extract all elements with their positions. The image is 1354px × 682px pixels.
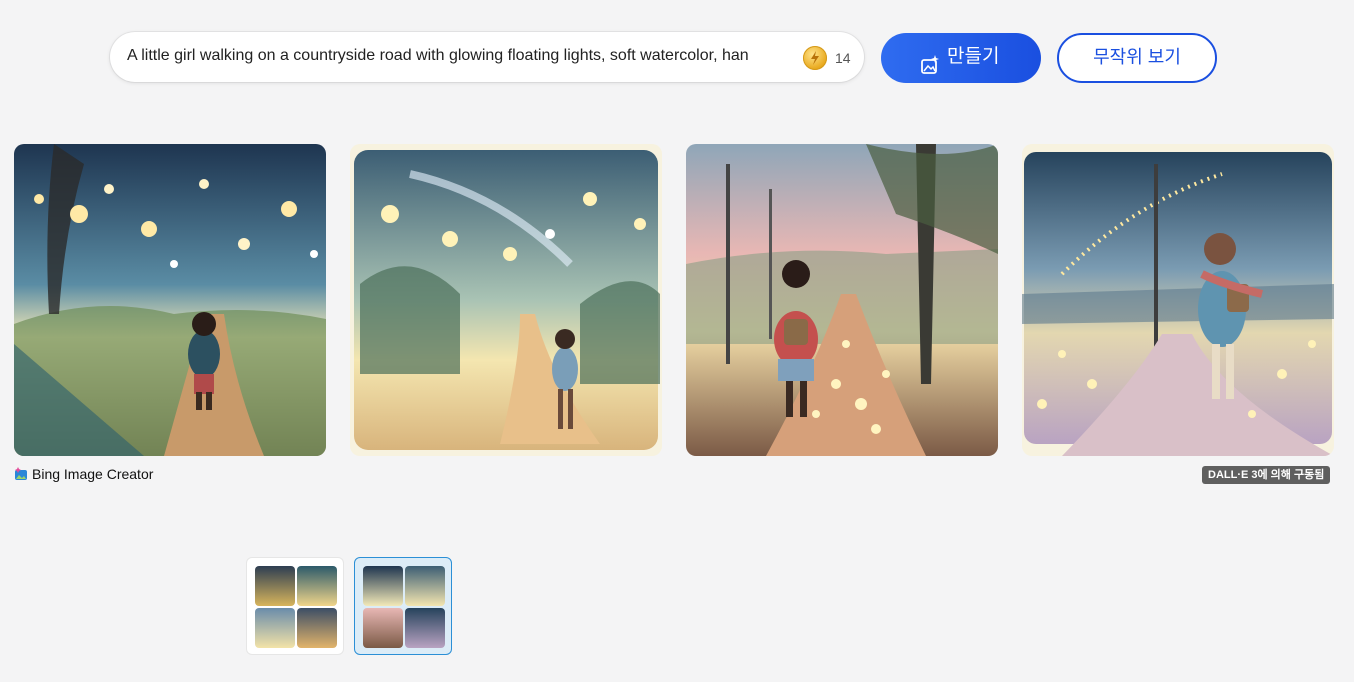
result-image-1[interactable] [14, 144, 326, 456]
thumb-cell [363, 608, 403, 648]
boost-coin-icon [803, 46, 827, 70]
prompt-input-box[interactable]: A little girl walking on a countryside r… [110, 32, 864, 82]
history-thumbnail-1[interactable] [246, 557, 344, 655]
creator-label: Bing Image Creator [14, 466, 153, 482]
thumb-cell [297, 608, 337, 648]
history-thumbnail-2[interactable] [354, 557, 452, 655]
thumb-cell [405, 566, 445, 606]
create-button[interactable]: 만들기 [881, 33, 1041, 83]
powered-by-badge: DALL·E 3에 의해 구동됨 [1202, 466, 1331, 484]
thumb-cell [255, 608, 295, 648]
random-view-button[interactable]: 무작위 보기 [1057, 33, 1217, 83]
image-creator-icon [14, 467, 28, 481]
boost-count: 14 [835, 50, 851, 66]
result-image-2[interactable] [350, 144, 662, 456]
creator-text: Bing Image Creator [32, 466, 154, 482]
thumb-cell [297, 566, 337, 606]
thumb-cell [405, 608, 445, 648]
result-image-4[interactable] [1022, 144, 1334, 456]
result-image-3[interactable] [686, 144, 998, 456]
thumb-cell [363, 566, 403, 606]
prompt-input[interactable]: A little girl walking on a countryside r… [127, 47, 777, 65]
create-button-label: 만들기 [947, 46, 1000, 67]
image-sparkle-icon [919, 47, 941, 95]
thumb-cell [255, 566, 295, 606]
